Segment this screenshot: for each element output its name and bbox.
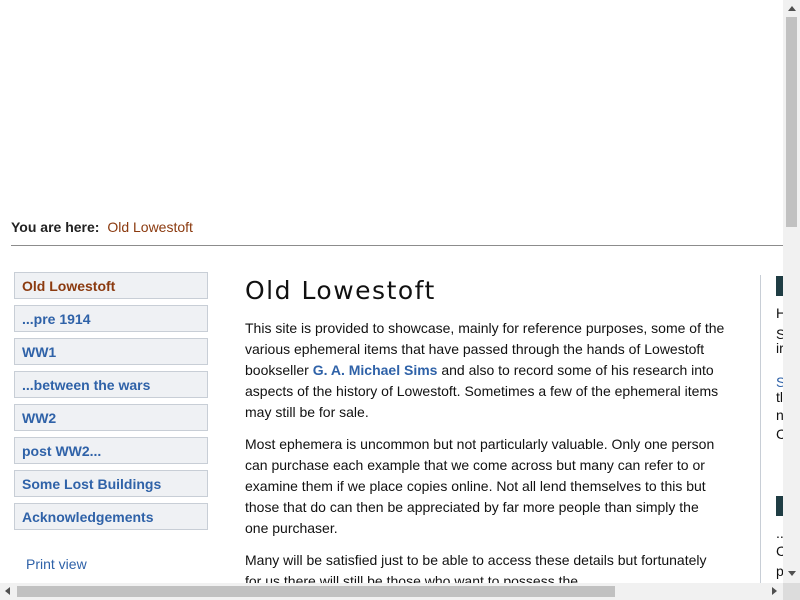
- right-text-fragment: ir: [776, 340, 783, 356]
- breadcrumb: You are here: Old Lowestoft: [11, 219, 193, 235]
- scrollbar-corner: [783, 583, 800, 600]
- page-viewport: You are here: Old Lowestoft Old Lowestof…: [0, 0, 783, 583]
- nav-item-ww1[interactable]: WW1: [14, 338, 208, 365]
- right-panel-header-block: [776, 496, 783, 516]
- print-view-link[interactable]: Print view: [26, 556, 87, 572]
- ephemera-paragraph: Most ephemera is uncommon but not partic…: [245, 436, 715, 536]
- nav-item-old-lowestoft[interactable]: Old Lowestoft: [14, 272, 208, 299]
- right-text-fragment: H: [776, 305, 783, 321]
- nav-item-ww2[interactable]: WW2: [14, 404, 208, 431]
- right-text-fragment: C: [776, 426, 783, 442]
- scroll-down-arrow-icon[interactable]: [788, 571, 796, 576]
- vertical-scrollbar-thumb[interactable]: [786, 17, 797, 227]
- breadcrumb-label: You are here:: [11, 219, 100, 235]
- breadcrumb-divider: [11, 245, 783, 246]
- horizontal-scrollbar-thumb[interactable]: [17, 586, 615, 597]
- nav-item-lost-buildings[interactable]: Some Lost Buildings: [14, 470, 208, 497]
- satisfied-paragraph: Many will be satisfied just to be able t…: [245, 552, 707, 583]
- right-text-fragment: p: [776, 563, 783, 579]
- nav-item-pre-1914[interactable]: ...pre 1914: [14, 305, 208, 332]
- main-content: Old Lowestoft This site is provided to s…: [245, 276, 725, 583]
- right-column-divider: [760, 275, 761, 583]
- right-text-fragment: C: [776, 543, 783, 559]
- sidebar-nav: Old Lowestoft ...pre 1914 WW1 ...between…: [14, 272, 208, 536]
- scroll-left-arrow-icon[interactable]: [5, 587, 10, 595]
- vertical-scrollbar[interactable]: [783, 0, 800, 583]
- author-link[interactable]: G. A. Michael Sims: [313, 362, 438, 378]
- nav-item-acknowledgements[interactable]: Acknowledgements: [14, 503, 208, 530]
- intro-paragraph: This site is provided to showcase, mainl…: [245, 318, 725, 423]
- horizontal-scrollbar[interactable]: [0, 583, 783, 600]
- page-title: Old Lowestoft: [245, 276, 436, 305]
- nav-item-post-ww2[interactable]: post WW2...: [14, 437, 208, 464]
- right-text-fragment: n: [776, 407, 783, 423]
- nav-item-between-the-wars[interactable]: ...between the wars: [14, 371, 208, 398]
- scroll-up-arrow-icon[interactable]: [788, 6, 796, 11]
- right-panel-header-block: [776, 276, 783, 296]
- breadcrumb-current-link[interactable]: Old Lowestoft: [107, 219, 193, 235]
- scroll-right-arrow-icon[interactable]: [772, 587, 777, 595]
